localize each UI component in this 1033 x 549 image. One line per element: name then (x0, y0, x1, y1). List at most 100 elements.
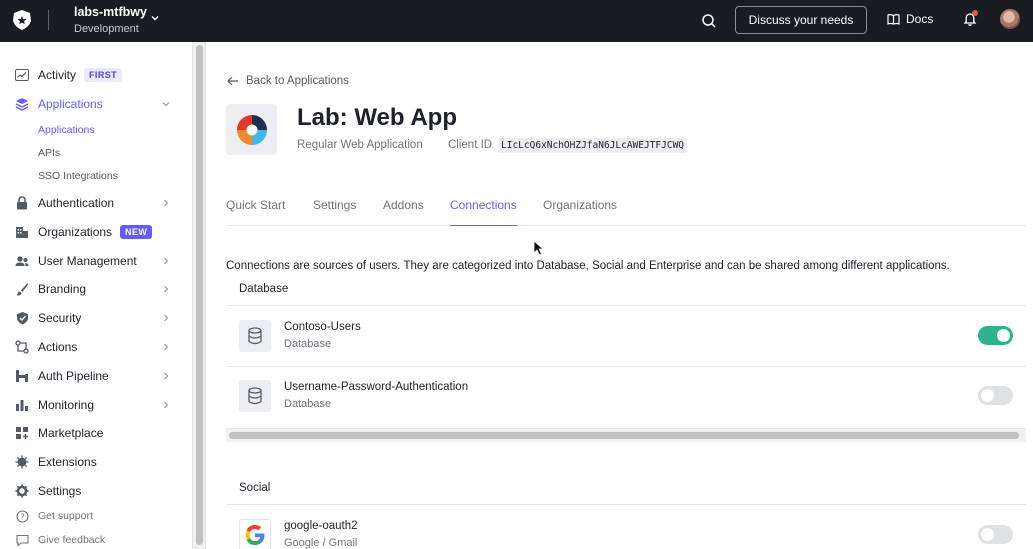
tab-connections[interactable]: Connections (450, 198, 517, 226)
sidebar-item-label: Settings (38, 484, 82, 498)
help-circle-icon: ? (15, 509, 29, 523)
topbar-divider (48, 10, 49, 30)
application-tabs: Quick Start Settings Addons Connections … (226, 198, 1026, 226)
social-section-title: Social (239, 482, 271, 494)
sidebar-item-auth-pipeline[interactable]: Auth Pipeline (15, 366, 175, 386)
users-icon (15, 254, 29, 268)
back-to-applications-link[interactable]: Back to Applications (227, 75, 349, 87)
sidebar-item-settings[interactable]: Settings (15, 481, 175, 501)
tab-settings[interactable]: Settings (313, 198, 356, 226)
app-logo-icon (236, 114, 267, 145)
docs-label: Docs (906, 12, 934, 26)
chevron-up-icon[interactable] (161, 99, 171, 109)
connection-toggle[interactable] (978, 525, 1013, 544)
grid-plus-icon (15, 426, 29, 440)
sidebar-item-activity[interactable]: Activity FIRST (15, 65, 175, 85)
sidebar-item-marketplace[interactable]: Marketplace (15, 423, 175, 443)
chevron-right-icon[interactable] (161, 371, 171, 381)
sidebar-item-label: Actions (38, 340, 78, 354)
connection-name: Contoso-Users (284, 321, 361, 333)
sidebar-item-actions[interactable]: Actions (15, 337, 175, 357)
connection-toggle[interactable] (978, 326, 1013, 345)
subnav-applications[interactable]: Applications (38, 124, 95, 136)
auth0-logo-icon[interactable] (11, 9, 33, 31)
scrollbar-thumb[interactable] (229, 432, 1019, 439)
get-support-link[interactable]: ? Get support (15, 509, 93, 523)
sidebar-item-label: Auth Pipeline (38, 369, 109, 383)
arrow-left-icon (227, 76, 238, 86)
sidebar-item-monitoring[interactable]: Monitoring (15, 395, 175, 415)
pipeline-icon (15, 369, 29, 383)
chevron-right-icon[interactable] (161, 256, 171, 266)
activity-icon (15, 68, 29, 82)
actions-icon (15, 340, 29, 354)
connection-name: google-oauth2 (284, 520, 358, 532)
toggle-knob (981, 389, 994, 402)
gear-icon (15, 484, 29, 498)
connection-row: google-oauth2 Google / Gmail (226, 505, 1026, 549)
chevron-right-icon[interactable] (161, 284, 171, 294)
database-icon (239, 380, 271, 412)
connection-type: Database (284, 398, 332, 410)
chevron-right-icon[interactable] (161, 313, 171, 323)
layers-icon (15, 97, 29, 111)
sidebar-item-label: Organizations (38, 225, 113, 239)
database-section-title: Database (239, 283, 289, 295)
chat-bubble-icon (15, 533, 29, 547)
sidebar-item-security[interactable]: Security (15, 308, 175, 328)
sidebar-item-label: Marketplace (38, 426, 104, 440)
brush-icon (15, 282, 29, 296)
tenant-environment: Development (74, 23, 139, 35)
google-icon (239, 519, 271, 549)
sidebar-item-extensions[interactable]: Extensions (15, 452, 175, 472)
client-id-value[interactable]: LIcLcQ6xNchOHZJfaN6JLcAWEJTFJCWQ (498, 138, 688, 153)
sidebar-item-applications[interactable]: Applications (15, 94, 175, 114)
chevron-right-icon[interactable] (161, 342, 171, 352)
application-type: Regular Web Application (297, 139, 423, 151)
tab-organizations[interactable]: Organizations (543, 198, 617, 226)
discuss-needs-button[interactable]: Discuss your needs (735, 6, 867, 34)
subnav-apis[interactable]: APIs (38, 147, 60, 159)
subnav-sso-integrations[interactable]: SSO Integrations (38, 170, 118, 182)
avatar[interactable] (1000, 9, 1020, 29)
sidebar-item-label: Extensions (38, 455, 97, 469)
sidebar-item-label: Security (38, 311, 82, 325)
page-title: Lab: Web App (297, 104, 457, 131)
notification-dot (972, 10, 978, 16)
chevron-right-icon[interactable] (161, 198, 171, 208)
client-id-label: Client ID (448, 139, 493, 151)
sidebar-item-user-management[interactable]: User Management (15, 251, 175, 271)
bar-chart-icon (15, 398, 29, 412)
connection-name: Username-Password-Authentication (284, 381, 469, 393)
tenant-name[interactable]: labs-mtfbwy (74, 5, 147, 20)
horizontal-scrollbar[interactable] (226, 428, 1026, 442)
sidebar-item-label: Applications (38, 97, 103, 111)
tab-quick-start[interactable]: Quick Start (226, 198, 285, 226)
svg-text:?: ? (20, 512, 24, 521)
sidebar-item-label: Authentication (38, 196, 115, 210)
puzzle-icon (15, 455, 29, 469)
book-icon (887, 14, 900, 25)
search-icon[interactable] (700, 12, 718, 30)
chevron-down-icon[interactable] (150, 13, 160, 23)
connection-toggle[interactable] (978, 386, 1013, 405)
scrollbar-thumb[interactable] (196, 45, 203, 545)
sidebar-item-organizations[interactable]: Organizations NEW (15, 222, 175, 242)
connection-row: Contoso-Users Database (226, 306, 1026, 366)
sidebar-item-label: Branding (38, 282, 87, 296)
give-feedback-link[interactable]: Give feedback (15, 533, 105, 547)
docs-link[interactable]: Docs (887, 12, 933, 26)
connection-type: Database (284, 338, 332, 350)
tenant-switcher[interactable]: labs-mtfbwy Development (74, 5, 147, 37)
new-badge: NEW (120, 225, 153, 239)
tab-addons[interactable]: Addons (383, 198, 424, 226)
connections-description: Connections are sources of users. They a… (226, 260, 950, 272)
sidebar-item-authentication[interactable]: Authentication (15, 193, 175, 213)
toggle-knob (981, 528, 994, 541)
mouse-cursor-icon (533, 240, 544, 256)
sidebar-scrollbar[interactable] (192, 42, 206, 549)
chevron-right-icon[interactable] (161, 400, 171, 410)
sidebar: Activity FIRST Applications Applications… (0, 42, 192, 549)
back-label: Back to Applications (246, 75, 349, 87)
sidebar-item-branding[interactable]: Branding (15, 279, 175, 299)
